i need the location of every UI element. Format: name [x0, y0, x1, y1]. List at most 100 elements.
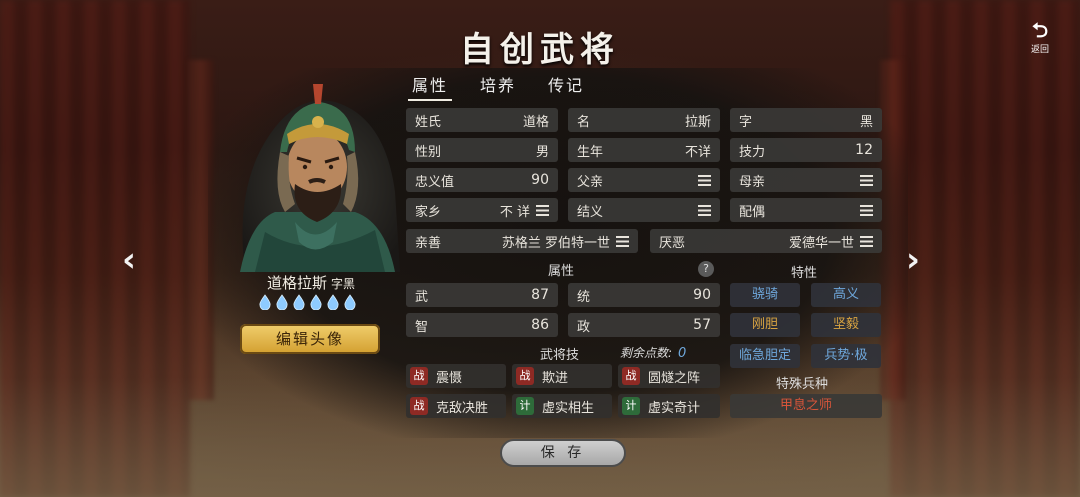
skill-type-badge: 战	[516, 367, 534, 385]
surname-field[interactable]: 姓氏 道格	[406, 108, 558, 132]
loyalty-field[interactable]: 忠义值 90	[406, 168, 558, 192]
courtesy-field[interactable]: 字 黑	[730, 108, 882, 132]
dislikes-field[interactable]: 厌恶 爱德华一世	[650, 229, 882, 253]
given-name-label: 名	[577, 114, 591, 130]
skill-item[interactable]: 计 虚实相生	[512, 394, 612, 418]
next-arrow-icon[interactable]: ›	[906, 243, 920, 277]
likes-field[interactable]: 亲善 苏格兰 罗伯特一世	[406, 229, 638, 253]
skill-type-badge: 战	[410, 367, 428, 385]
hometown-label: 家乡	[415, 204, 442, 220]
skill-label: 圆燧之阵	[648, 370, 701, 386]
skill-type-badge: 计	[622, 397, 640, 415]
intel-stat: 智 86	[406, 313, 558, 337]
likes-label: 亲善	[415, 235, 442, 251]
dislikes-label: 厌恶	[659, 235, 686, 251]
prev-arrow-icon[interactable]: ‹	[122, 243, 136, 277]
courtesy-label: 字	[739, 114, 753, 130]
trait-item[interactable]: 骁骑	[730, 283, 800, 307]
skill-power-field[interactable]: 技力 12	[730, 138, 882, 162]
trait-item[interactable]: 兵势·极	[811, 344, 881, 368]
mother-field[interactable]: 母亲	[730, 168, 882, 192]
spirit-drops	[258, 294, 357, 310]
menu-icon[interactable]	[536, 204, 549, 216]
edit-avatar-button[interactable]: 编辑头像	[240, 324, 380, 354]
mother-label: 母亲	[739, 174, 766, 190]
gender-label: 性别	[415, 144, 442, 160]
politics-value: 57	[693, 317, 711, 333]
trait-item[interactable]: 高义	[811, 283, 881, 307]
traits-heading: 特性	[791, 266, 818, 281]
remaining-points-label: 剩余点数:	[620, 346, 673, 360]
spirit-drop-icon	[327, 294, 339, 310]
menu-icon[interactable]	[616, 235, 629, 247]
skill-item[interactable]: 战 欺进	[512, 364, 612, 388]
tab-attributes[interactable]: 属性	[408, 72, 453, 101]
surname-label: 姓氏	[415, 114, 442, 130]
skill-label: 震慑	[436, 370, 463, 386]
tab-biography[interactable]: 传记	[544, 72, 588, 101]
character-full-name: 道格拉斯	[266, 274, 327, 292]
back-button[interactable]: ⮌ 返回	[1022, 20, 1058, 55]
skill-item[interactable]: 战 震慑	[406, 364, 506, 388]
gender-field[interactable]: 性别 男	[406, 138, 558, 162]
remaining-points: 剩余点数: 0	[620, 344, 686, 361]
tab-bar: 属性 培养 传记	[408, 72, 588, 101]
war-stat: 武 87	[406, 283, 558, 307]
command-label: 统	[577, 289, 591, 305]
help-icon[interactable]: ?	[698, 261, 714, 277]
spirit-drop-icon	[310, 294, 322, 310]
father-field[interactable]: 父亲	[568, 168, 720, 192]
skill-type-badge: 战	[622, 367, 640, 385]
spirit-drop-icon	[276, 294, 288, 310]
save-button[interactable]: 保 存	[500, 439, 626, 467]
skills-heading: 武将技	[540, 348, 580, 363]
dislikes-value: 爱德华一世	[788, 235, 854, 251]
menu-icon[interactable]	[698, 174, 711, 186]
sworn-label: 结义	[577, 204, 604, 220]
menu-icon[interactable]	[860, 204, 873, 216]
spirit-drop-icon	[293, 294, 305, 310]
skill-power-value: 12	[855, 142, 873, 158]
menu-icon[interactable]	[860, 235, 873, 247]
surname-value: 道格	[522, 114, 549, 130]
spouse-field[interactable]: 配偶	[730, 198, 882, 222]
special-troop-value[interactable]: 甲息之师	[730, 394, 882, 418]
skill-type-badge: 战	[410, 397, 428, 415]
likes-value: 苏格兰 罗伯特一世	[501, 235, 610, 251]
tab-training[interactable]: 培养	[476, 72, 520, 101]
given-name-field[interactable]: 名 拉斯	[568, 108, 720, 132]
skill-power-label: 技力	[739, 144, 766, 160]
back-label: 返回	[1030, 45, 1049, 55]
character-name: 道格拉斯 字黑	[226, 272, 396, 293]
gender-value: 男	[535, 144, 549, 160]
attributes-heading: 属性	[548, 264, 575, 279]
skill-label: 欺进	[542, 370, 569, 386]
courtesy-value: 黑	[859, 114, 873, 130]
general-portrait	[240, 84, 400, 272]
remaining-points-value: 0	[678, 346, 687, 361]
spouse-label: 配偶	[739, 204, 766, 220]
sworn-field[interactable]: 结义	[568, 198, 720, 222]
spirit-drop-icon	[344, 294, 356, 310]
skill-label: 虚实相生	[542, 400, 595, 416]
page-title: 自创武将	[460, 30, 620, 70]
skill-item[interactable]: 计 虚实奇计	[618, 394, 720, 418]
hometown-field[interactable]: 家乡 不 详	[406, 198, 558, 222]
trait-item[interactable]: 临急胆定	[730, 344, 800, 368]
command-value: 90	[693, 287, 711, 303]
menu-icon[interactable]	[860, 174, 873, 186]
spirit-drop-icon	[259, 294, 271, 310]
skill-item[interactable]: 战 克敌决胜	[406, 394, 506, 418]
birth-year-field[interactable]: 生年 不详	[568, 138, 720, 162]
intel-value: 86	[531, 317, 549, 333]
birth-year-label: 生年	[577, 144, 604, 160]
birth-year-value: 不详	[684, 144, 711, 160]
trait-item[interactable]: 刚胆	[730, 313, 800, 337]
menu-icon[interactable]	[698, 204, 711, 216]
war-label: 武	[415, 289, 429, 305]
special-troop-heading: 特殊兵种	[776, 377, 829, 392]
trait-item[interactable]: 坚毅	[811, 313, 881, 337]
command-stat: 统 90	[568, 283, 720, 307]
skill-item[interactable]: 战 圆燧之阵	[618, 364, 720, 388]
character-courtesy: 字黑	[331, 277, 356, 291]
